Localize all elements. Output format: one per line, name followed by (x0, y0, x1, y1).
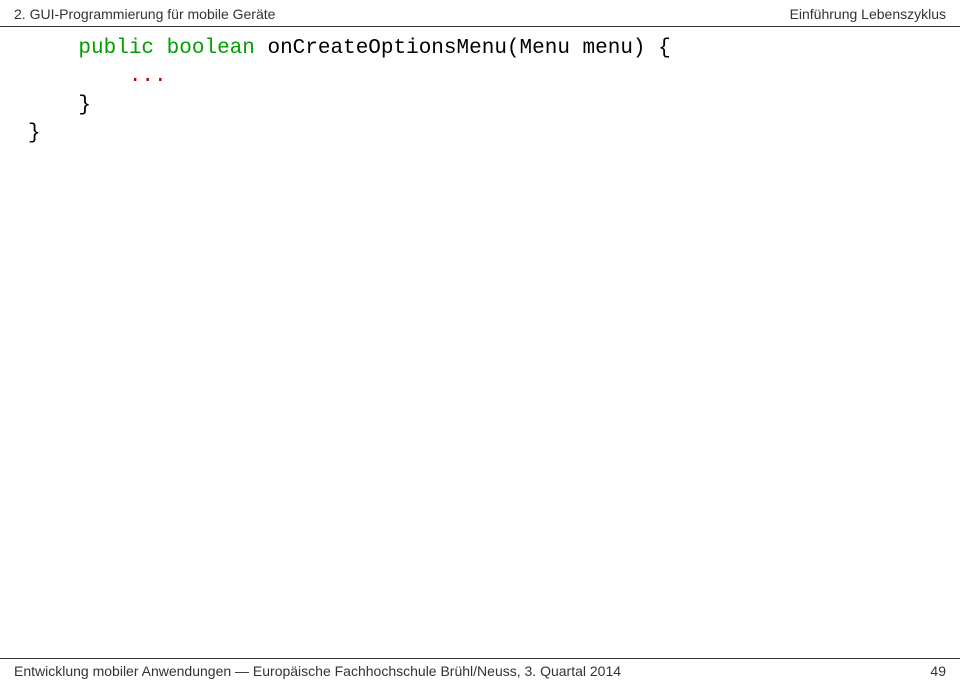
footer-text: Entwicklung mobiler Anwendungen — Europä… (14, 663, 621, 679)
slide-content: public boolean onCreateOptionsMenu(Menu … (0, 27, 960, 148)
code-line-4: } (28, 122, 41, 145)
code-line-2: ... (28, 65, 167, 88)
header-section-title: 2. GUI-Programmierung für mobile Geräte (14, 6, 275, 22)
slide-header: 2. GUI-Programmierung für mobile Geräte … (0, 0, 960, 26)
header-subsection-title: Einführung Lebenszyklus (790, 6, 946, 22)
code-line-1: public boolean onCreateOptionsMenu(Menu … (28, 37, 671, 60)
page-number: 49 (930, 663, 946, 679)
code-block: public boolean onCreateOptionsMenu(Menu … (28, 35, 932, 148)
slide-footer: Entwicklung mobiler Anwendungen — Europä… (0, 658, 960, 687)
code-line-3: } (28, 94, 91, 117)
